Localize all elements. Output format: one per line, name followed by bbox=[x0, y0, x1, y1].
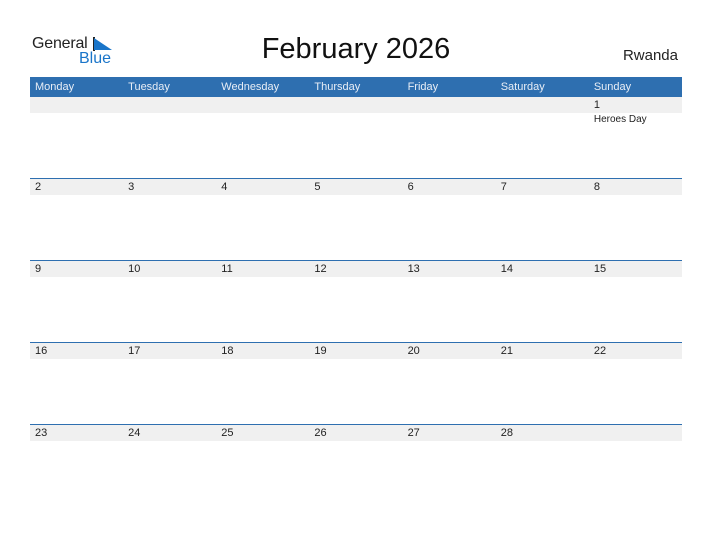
day-number: 18 bbox=[221, 345, 234, 357]
day-number: 13 bbox=[407, 263, 420, 275]
calendar-title: February 2026 bbox=[261, 33, 451, 65]
day-event bbox=[496, 113, 589, 125]
day-number bbox=[309, 97, 402, 113]
day-number: 6 bbox=[407, 181, 414, 193]
day-number: 3 bbox=[128, 181, 135, 193]
day-number: 7 bbox=[500, 181, 507, 193]
day-number bbox=[403, 97, 496, 113]
event-row bbox=[30, 277, 682, 278]
date-strip: 2 3 4 5 6 7 8 bbox=[30, 179, 682, 195]
day-event bbox=[30, 277, 123, 278]
day-event bbox=[123, 441, 216, 442]
day-number: 25 bbox=[221, 427, 234, 439]
day-event bbox=[403, 277, 496, 278]
day-event bbox=[309, 113, 402, 125]
day-event bbox=[589, 195, 682, 196]
day-number: 23 bbox=[35, 427, 48, 439]
day-event bbox=[216, 441, 309, 442]
day-event bbox=[403, 195, 496, 196]
day-number: 8 bbox=[593, 181, 600, 193]
day-event bbox=[496, 359, 589, 360]
day-event bbox=[309, 359, 402, 360]
day-number: 2 bbox=[35, 181, 42, 193]
day-number: 21 bbox=[500, 345, 513, 357]
day-number: 17 bbox=[128, 345, 141, 357]
weekday-friday: Friday bbox=[407, 81, 439, 93]
weekday-tuesday: Tuesday bbox=[128, 81, 170, 93]
day-event bbox=[589, 359, 682, 360]
day-number bbox=[496, 97, 589, 113]
day-number: 10 bbox=[128, 263, 141, 275]
day-number: 28 bbox=[500, 427, 513, 439]
weekday-wednesday: Wednesday bbox=[221, 81, 280, 93]
country-label: Rwanda bbox=[622, 47, 678, 64]
day-event bbox=[216, 195, 309, 196]
date-strip: 1 bbox=[30, 97, 682, 113]
day-event bbox=[309, 441, 402, 442]
day-event bbox=[216, 277, 309, 278]
day-event bbox=[123, 277, 216, 278]
date-strip: 9 10 11 12 13 14 15 bbox=[30, 261, 682, 277]
day-event bbox=[496, 277, 589, 278]
day-number bbox=[30, 97, 123, 113]
day-event bbox=[30, 359, 123, 360]
day-number: 16 bbox=[35, 345, 48, 357]
day-event bbox=[589, 277, 682, 278]
day-event bbox=[309, 195, 402, 196]
day-number: 12 bbox=[314, 263, 327, 275]
day-event bbox=[30, 195, 123, 196]
event-row: Heroes Day bbox=[30, 113, 682, 125]
week-row: 1 Heroes Day bbox=[30, 97, 682, 178]
week-row: 16 17 18 19 20 21 22 bbox=[30, 342, 682, 424]
day-number bbox=[589, 425, 682, 441]
date-strip: 16 17 18 19 20 21 22 bbox=[30, 343, 682, 359]
day-number: 20 bbox=[407, 345, 420, 357]
weekday-header: Monday Tuesday Wednesday Thursday Friday… bbox=[30, 77, 682, 97]
day-event: Heroes Day bbox=[593, 114, 647, 125]
day-number: 14 bbox=[500, 263, 513, 275]
weekday-monday: Monday bbox=[35, 81, 75, 93]
day-number: 1 bbox=[593, 99, 600, 111]
week-row: 23 24 25 26 27 28 bbox=[30, 424, 682, 506]
day-event bbox=[496, 195, 589, 196]
weekday-thursday: Thursday bbox=[314, 81, 361, 93]
day-number: 27 bbox=[407, 427, 420, 439]
day-event bbox=[496, 441, 589, 442]
day-event bbox=[30, 113, 123, 125]
day-event bbox=[123, 195, 216, 196]
day-number: 15 bbox=[593, 263, 607, 275]
day-number: 19 bbox=[314, 345, 327, 357]
day-number: 5 bbox=[314, 181, 321, 193]
day-number: 4 bbox=[221, 181, 228, 193]
event-row bbox=[30, 441, 682, 442]
day-event bbox=[216, 113, 309, 125]
day-event bbox=[216, 359, 309, 360]
calendar-grid: Monday Tuesday Wednesday Thursday Friday… bbox=[30, 77, 682, 506]
day-event bbox=[309, 277, 402, 278]
day-event bbox=[589, 441, 682, 442]
day-number: 24 bbox=[128, 427, 141, 439]
weekday-saturday: Saturday bbox=[500, 81, 545, 93]
day-number: 22 bbox=[593, 345, 607, 357]
day-number bbox=[123, 97, 216, 113]
day-number: 26 bbox=[314, 427, 327, 439]
day-event bbox=[403, 441, 496, 442]
day-event bbox=[123, 359, 216, 360]
weekday-sunday: Sunday bbox=[593, 81, 632, 93]
day-number: 9 bbox=[35, 263, 42, 275]
event-row bbox=[30, 359, 682, 360]
day-event bbox=[403, 113, 496, 125]
day-event bbox=[123, 113, 216, 125]
day-number: 11 bbox=[221, 263, 233, 275]
week-row: 2 3 4 5 6 7 8 bbox=[30, 178, 682, 260]
day-number bbox=[216, 97, 309, 113]
date-strip: 23 24 25 26 27 28 bbox=[30, 425, 682, 441]
day-event bbox=[403, 359, 496, 360]
week-row: 9 10 11 12 13 14 15 bbox=[30, 260, 682, 342]
day-event bbox=[30, 441, 123, 442]
event-row bbox=[30, 195, 682, 196]
